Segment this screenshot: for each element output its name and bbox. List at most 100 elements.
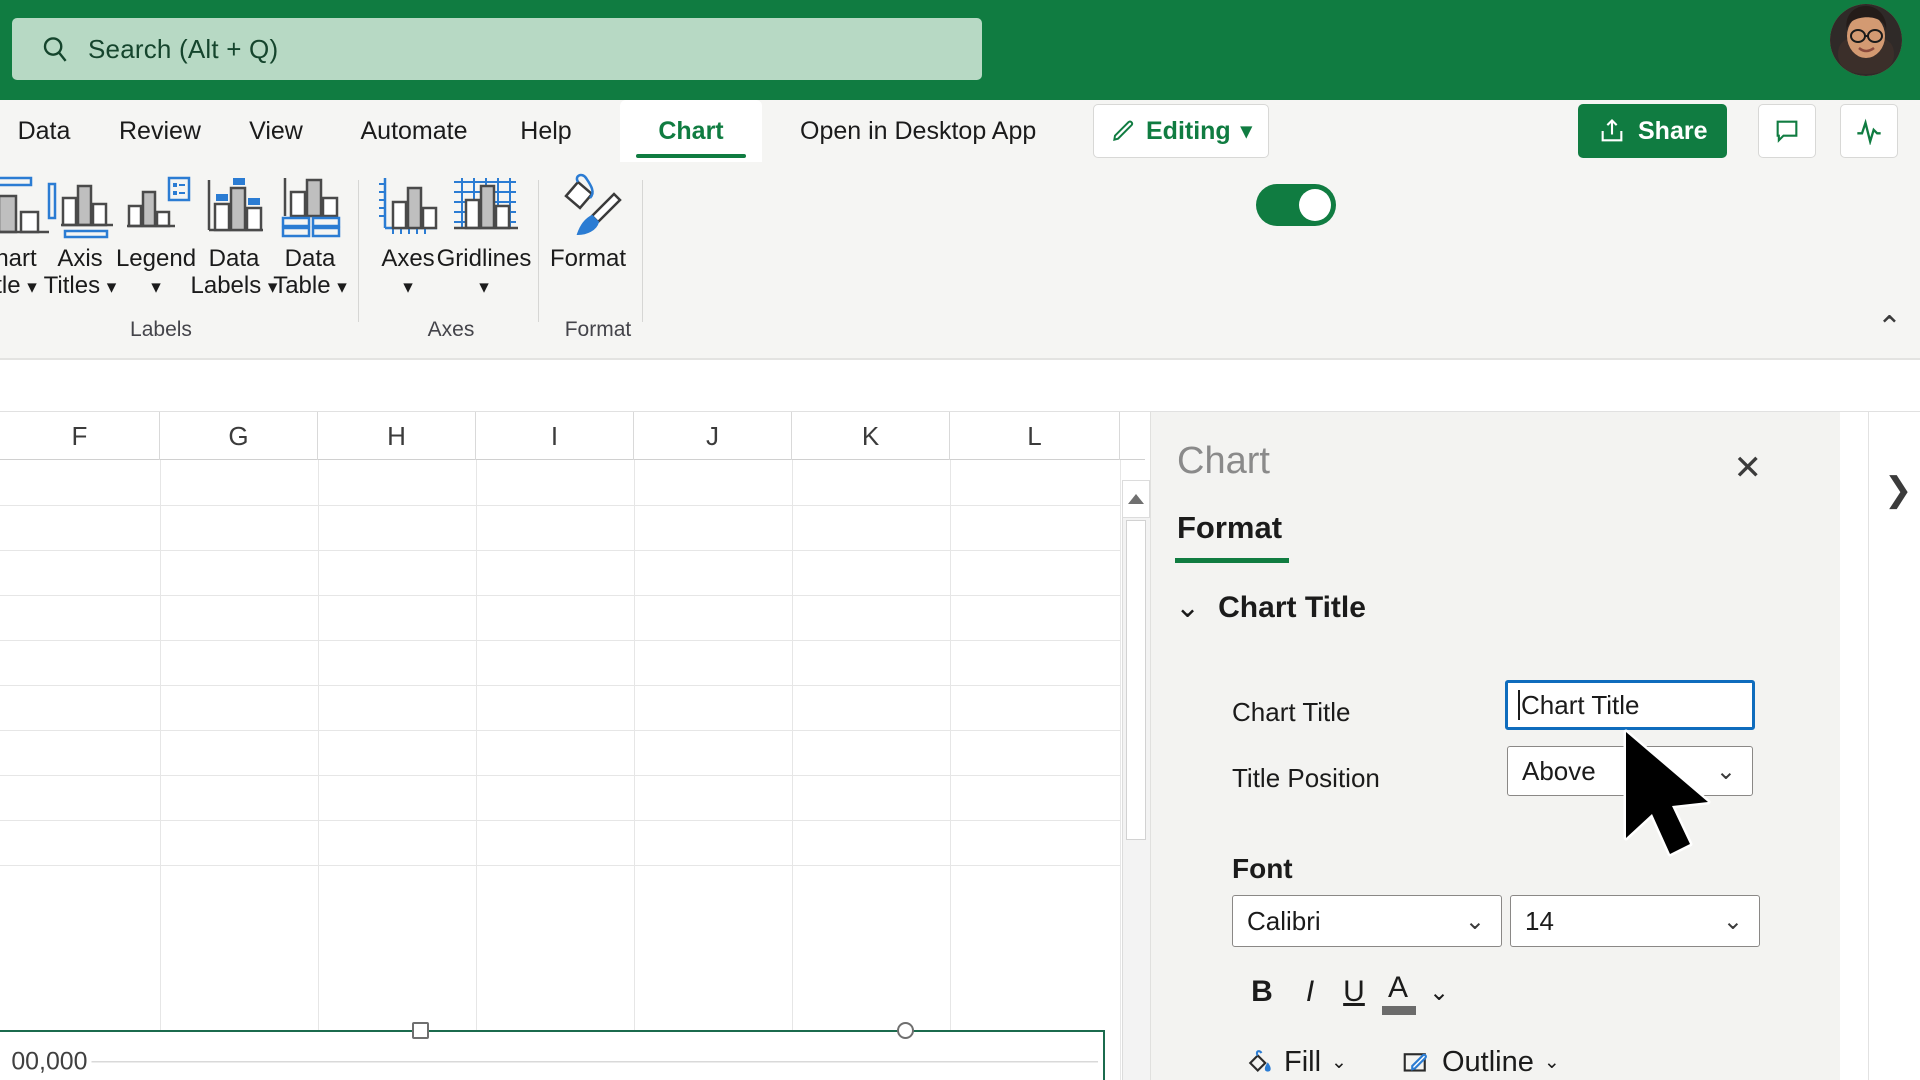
avatar-image (1830, 4, 1902, 76)
outline-label: Outline (1442, 1046, 1534, 1078)
chart-object[interactable]: 00,000 00,000 00,000 00,000 00,000 00,00… (0, 1022, 1105, 1080)
column-header-J[interactable]: J (634, 412, 792, 460)
font-size-value: 14 (1525, 905, 1554, 936)
editing-mode-button[interactable]: Editing ▾ (1093, 104, 1269, 158)
chevron-down-icon: ▾ (1240, 118, 1252, 143)
column-headers: F G H I J K L (0, 412, 1145, 460)
grid-line (318, 460, 319, 1080)
chart-title-input[interactable]: Chart Title (1505, 680, 1755, 730)
format-paint-icon (548, 170, 628, 240)
ribbon-format-button[interactable]: Format (540, 170, 636, 273)
chevron-down-icon: ⌄ (1175, 591, 1201, 624)
chevron-down-icon: ⌄ (1543, 1052, 1560, 1073)
chevron-down-icon: ⌄ (1722, 907, 1743, 935)
grid-line (0, 685, 1120, 686)
chevron-down-icon: ▾ (479, 276, 489, 298)
chevron-down-icon: ▾ (337, 276, 347, 298)
font-color-button[interactable]: A (1380, 968, 1416, 1008)
tab-help[interactable]: Help (508, 100, 584, 162)
column-header-G[interactable]: G (160, 412, 318, 460)
close-icon[interactable]: ✕ (1734, 448, 1763, 488)
column-header-F[interactable]: F (0, 412, 160, 460)
font-family-value: Calibri (1247, 905, 1321, 936)
chevron-down-icon: ⌄ (1715, 757, 1736, 785)
comment-icon (1776, 120, 1798, 143)
ribbon-tabstrip: Data Review View Automate Help Chart Ope… (0, 100, 1920, 162)
font-size-dropdown[interactable]: 14 ⌄ (1510, 895, 1760, 947)
share-icon (1601, 119, 1623, 142)
outline-pen-icon (1403, 1052, 1427, 1072)
tab-view[interactable]: View (240, 100, 312, 162)
ribbon-item-label-line1: Gridlines (436, 245, 532, 272)
gridlines-icon (444, 170, 524, 240)
chart-title-input-value: Chart Title (1521, 689, 1640, 720)
avatar[interactable] (1830, 4, 1902, 76)
search-input[interactable]: Search (Alt + Q) (12, 18, 982, 80)
tab-automate[interactable]: Automate (348, 100, 480, 162)
open-in-desktop-app-button[interactable]: Open in Desktop App (800, 100, 1036, 162)
comments-button[interactable] (1758, 104, 1816, 158)
panel-title: Chart (1177, 440, 1270, 482)
search-icon (43, 37, 67, 62)
underline-button[interactable]: U (1336, 972, 1372, 1012)
grid-line (634, 460, 635, 1080)
fill-label: Fill (1284, 1046, 1322, 1078)
italic-button[interactable]: I (1292, 972, 1328, 1012)
font-heading: Font (1232, 853, 1293, 884)
tab-data[interactable]: Data (10, 100, 78, 162)
fill-button[interactable]: Fill ⌄ (1244, 1046, 1347, 1079)
group-divider (642, 180, 643, 322)
column-header-L[interactable]: L (950, 412, 1120, 460)
collapse-ribbon-button[interactable]: ⌃ (1877, 310, 1902, 345)
ribbon-item-label-line2: ▾ (479, 273, 489, 300)
grid-line (0, 505, 1120, 506)
section-label: Chart Title (1218, 590, 1366, 624)
chevron-down-icon: ⌄ (1464, 907, 1485, 935)
column-header-K[interactable]: K (792, 412, 950, 460)
tab-format[interactable]: Format (1177, 510, 1282, 546)
scroll-up-arrow-icon (1128, 494, 1144, 504)
font-color-chevron[interactable]: ⌄ (1424, 972, 1454, 1012)
column-header-I[interactable]: I (476, 412, 634, 460)
tab-active-indicator (1175, 558, 1289, 563)
grid-line (0, 820, 1120, 821)
spreadsheet-grid[interactable]: F G H I J K L 00,000 (0, 412, 1145, 1080)
chevron-right-icon[interactable]: ❯ (1884, 470, 1913, 510)
chart-title-toggle[interactable] (1256, 184, 1336, 226)
scroll-up-button[interactable] (1122, 480, 1150, 518)
column-header-H[interactable]: H (318, 412, 476, 460)
grid-line (1120, 460, 1121, 1080)
panel-expander-rail (1868, 412, 1920, 1080)
grid-line (476, 460, 477, 1080)
grid-line (160, 460, 161, 1080)
font-family-dropdown[interactable]: Calibri ⌄ (1232, 895, 1502, 947)
share-label: Share (1638, 116, 1708, 145)
chart-resize-handle-top[interactable] (412, 1022, 429, 1039)
ribbon-item-label-line2: ▾ (403, 273, 413, 300)
ribbon-gridlines-button[interactable]: Gridlines ▾ (436, 170, 532, 300)
group-label-axes: Axes (427, 318, 475, 341)
legend-icon (119, 170, 193, 240)
tab-review[interactable]: Review (110, 100, 210, 162)
title-position-value: Above (1522, 755, 1596, 786)
ribbon-item-label-line1: Axes (381, 245, 435, 272)
title-position-label: Title Position (1232, 763, 1380, 793)
text-caret (1518, 690, 1520, 720)
section-chart-title-header[interactable]: ⌄ Chart Title (1175, 590, 1366, 625)
ribbon: Data Review View Automate Help Chart Ope… (0, 100, 1920, 360)
tab-chart[interactable]: Chart (620, 100, 762, 162)
title-position-dropdown[interactable]: Above ⌄ (1507, 746, 1753, 796)
ribbon-item-label-line2: Table ▾ (273, 271, 347, 299)
chart-resize-handle-top-right[interactable] (897, 1022, 914, 1039)
bold-button[interactable]: B (1244, 972, 1280, 1012)
ribbon-data-table-button[interactable]: Data Table ▾ (262, 170, 358, 300)
activity-button[interactable] (1840, 104, 1898, 158)
chart-plot-area: 00,000 00,000 00,000 00,000 00,000 00,00… (0, 1032, 1103, 1080)
grid-line (0, 865, 1120, 866)
share-button[interactable]: Share (1578, 104, 1728, 158)
outline-button[interactable]: Outline ⌄ (1400, 1046, 1560, 1079)
axes-icon (371, 170, 445, 240)
title-bar: Search (Alt + Q) (0, 0, 1920, 100)
editing-label: Editing (1146, 116, 1231, 145)
scrollbar-thumb[interactable] (1126, 520, 1146, 840)
